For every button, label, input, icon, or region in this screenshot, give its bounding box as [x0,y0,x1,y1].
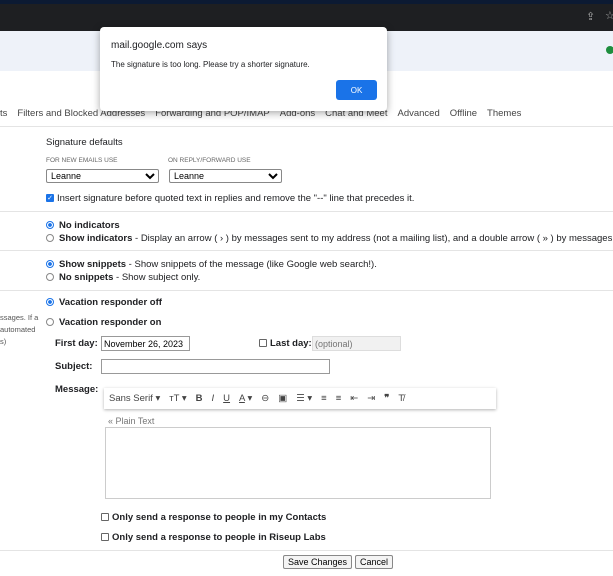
star-icon[interactable]: ☆ [605,9,613,22]
radio-selected-icon[interactable] [46,260,54,269]
vacation-on-option[interactable]: Vacation responder on [46,317,161,328]
reply-signature-select[interactable]: Leanne [169,169,282,183]
checkbox-icon[interactable] [101,513,109,522]
show-indicators-desc: - Display an arrow ( › ) by messages sen… [132,233,613,244]
contacts-only-row[interactable]: Only send a response to people in my Con… [101,512,326,523]
align-icon[interactable]: ☰ ▾ [296,393,312,404]
font-select[interactable]: Sans Serif ▾ [109,393,160,404]
new-emails-signature-select[interactable]: Leanne [46,169,159,183]
underline-icon[interactable]: U [223,393,230,404]
divider [0,250,613,251]
org-only-row[interactable]: Only send a response to people in Riseup… [101,532,326,543]
divider [0,126,613,127]
show-snippets-option[interactable]: Show snippets - Show snippets of the mes… [46,259,377,270]
dialog-origin: mail.google.com says [111,40,208,51]
insert-signature-label: Insert signature before quoted text in r… [57,193,415,204]
alert-dialog: mail.google.com says The signature is to… [100,27,387,111]
no-indicators-option[interactable]: No indicators [46,220,120,231]
radio-icon[interactable] [46,273,54,282]
first-day-label: First day: [55,338,98,349]
ok-button[interactable]: OK [336,80,377,100]
tab-advanced[interactable]: Advanced [397,108,439,119]
radio-icon[interactable] [46,234,54,243]
new-emails-label: FOR NEW EMAILS USE [46,157,118,164]
message-editor[interactable] [105,427,491,499]
indent-more-icon[interactable]: ⇥ [367,393,375,404]
radio-icon[interactable] [46,318,54,327]
first-day-input[interactable] [101,336,190,351]
font-size-icon[interactable]: тT ▾ [169,393,186,404]
image-icon[interactable]: ▣ [278,393,287,404]
dialog-message: The signature is too long. Please try a … [111,60,310,69]
insert-signature-row[interactable]: ✓ Insert signature before quoted text in … [46,193,414,204]
bold-icon[interactable]: B [196,393,203,404]
link-icon[interactable]: ⊖ [261,393,269,404]
reply-forward-label: ON REPLY/FORWARD USE [168,157,251,164]
divider [0,211,613,212]
show-snippets-desc: - Show snippets of the message (like Goo… [126,259,377,270]
no-snippets-desc: - Show subject only. [113,272,201,283]
text-color-icon[interactable]: A ▾ [239,393,252,404]
message-label: Message: [55,384,99,395]
divider [0,550,613,551]
tab-themes[interactable]: Themes [487,108,521,119]
plain-text-link[interactable]: « Plain Text [108,416,154,426]
vacation-off-option[interactable]: Vacation responder off [46,297,162,308]
share-icon[interactable]: ⇪ [586,10,595,23]
no-snippets-option[interactable]: No snippets - Show subject only. [46,272,200,283]
cancel-button[interactable]: Cancel [355,555,394,569]
status-dot-icon [606,46,613,54]
checkbox-icon[interactable] [101,533,109,542]
last-day-row[interactable]: Last day: [259,338,312,349]
radio-selected-icon[interactable] [46,221,54,230]
quote-icon[interactable]: ❞ [384,393,389,404]
radio-selected-icon[interactable] [46,298,54,307]
show-indicators-option[interactable]: Show indicators - Display an arrow ( › )… [46,233,613,244]
subject-label: Subject: [55,361,93,372]
formatting-toolbar: Sans Serif ▾ тT ▾ B I U A ▾ ⊖ ▣ ☰ ▾ ≡ ≡ … [104,388,496,409]
italic-icon[interactable]: I [212,393,215,404]
tab-offline[interactable]: Offline [450,108,477,119]
signature-defaults-title: Signature defaults [46,137,123,148]
bulleted-list-icon[interactable]: ≡ [336,393,342,404]
indent-less-icon[interactable]: ⇤ [350,393,358,404]
vacation-description: ssages. If a automated s) [0,313,39,346]
divider [0,290,613,291]
numbered-list-icon[interactable]: ≡ [321,393,327,404]
subject-input[interactable] [101,359,330,374]
last-day-input[interactable] [312,336,401,351]
save-changes-button[interactable]: Save Changes [283,555,353,569]
remove-formatting-icon[interactable]: T̸ [398,393,404,404]
tab-partial[interactable]: ts [0,108,7,119]
checkbox-checked-icon[interactable]: ✓ [46,194,54,203]
checkbox-icon[interactable] [259,339,267,348]
